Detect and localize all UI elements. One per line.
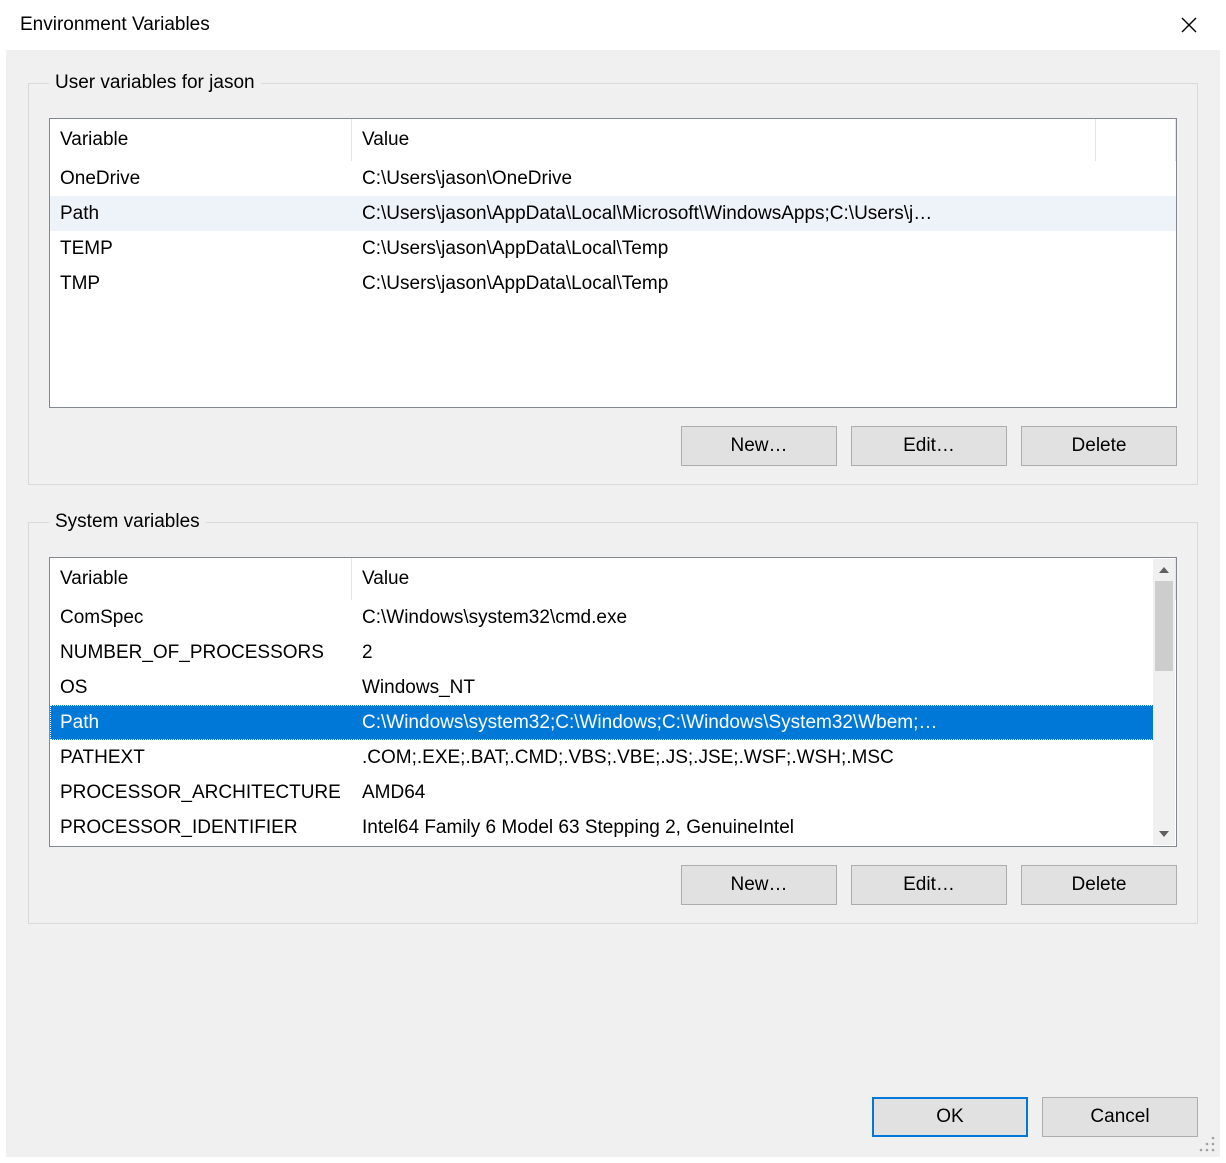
user-row-value: C:\Users\jason\AppData\Local\Temp — [352, 273, 1176, 295]
user-new-button[interactable]: New… — [681, 426, 837, 466]
user-row[interactable]: PathC:\Users\jason\AppData\Local\Microso… — [50, 196, 1176, 231]
system-row-value: .COM;.EXE;.BAT;.CMD;.VBS;.VBE;.JS;.JSE;.… — [352, 747, 1154, 769]
system-edit-button[interactable]: Edit… — [851, 865, 1007, 905]
system-new-button[interactable]: New… — [681, 865, 837, 905]
cancel-button[interactable]: Cancel — [1042, 1097, 1198, 1137]
system-row-name: NUMBER_OF_PROCESSORS — [50, 642, 352, 664]
system-row-value: C:\Windows\system32\cmd.exe — [352, 607, 1154, 629]
system-col-value[interactable]: Value — [352, 558, 1176, 600]
user-list-header: Variable Value — [50, 119, 1176, 161]
system-row-value: Windows_NT — [352, 677, 1154, 699]
system-variables-legend: System variables — [49, 511, 206, 533]
system-row-value: AMD64 — [352, 782, 1154, 804]
user-buttons: New… Edit… Delete — [49, 426, 1177, 466]
user-row-value: C:\Users\jason\AppData\Local\Microsoft\W… — [352, 203, 1176, 225]
system-row-name: PATHEXT — [50, 747, 352, 769]
user-row-value: C:\Users\jason\OneDrive — [352, 168, 1176, 190]
user-edit-button[interactable]: Edit… — [851, 426, 1007, 466]
user-row-name: Path — [50, 203, 352, 225]
scroll-thumb[interactable] — [1155, 581, 1173, 671]
system-row[interactable]: OSWindows_NT — [50, 670, 1154, 705]
scroll-up-icon[interactable] — [1153, 559, 1175, 581]
system-row-value: Intel64 Family 6 Model 63 Stepping 2, Ge… — [352, 817, 1154, 839]
resize-grip-icon[interactable] — [1198, 1135, 1216, 1153]
system-scrollbar[interactable] — [1153, 559, 1175, 845]
scroll-down-icon[interactable] — [1153, 823, 1175, 845]
system-col-variable[interactable]: Variable — [50, 558, 352, 600]
user-variables-group: User variables for jason Variable Value … — [28, 72, 1198, 485]
system-row[interactable]: PathC:\Windows\system32;C:\Windows;C:\Wi… — [50, 705, 1154, 740]
user-row-name: OneDrive — [50, 168, 352, 190]
system-delete-button[interactable]: Delete — [1021, 865, 1177, 905]
user-row[interactable]: OneDriveC:\Users\jason\OneDrive — [50, 161, 1176, 196]
scroll-track[interactable] — [1153, 581, 1175, 823]
system-row-value: C:\Windows\system32;C:\Windows;C:\Window… — [352, 712, 1154, 734]
close-button[interactable] — [1166, 9, 1212, 41]
user-delete-button[interactable]: Delete — [1021, 426, 1177, 466]
user-row-name: TMP — [50, 273, 352, 295]
user-list-body: OneDriveC:\Users\jason\OneDrivePathC:\Us… — [50, 161, 1176, 407]
system-variables-list[interactable]: Variable Value ComSpecC:\Windows\system3… — [49, 557, 1177, 847]
user-col-value[interactable]: Value — [352, 119, 1096, 161]
system-row[interactable]: PROCESSOR_IDENTIFIERIntel64 Family 6 Mod… — [50, 810, 1154, 845]
user-row[interactable]: TEMPC:\Users\jason\AppData\Local\Temp — [50, 231, 1176, 266]
system-row[interactable]: NUMBER_OF_PROCESSORS2 — [50, 635, 1154, 670]
system-row-name: PROCESSOR_ARCHITECTURE — [50, 782, 352, 804]
user-variables-legend: User variables for jason — [49, 72, 261, 94]
user-row-name: TEMP — [50, 238, 352, 260]
ok-button[interactable]: OK — [872, 1097, 1028, 1137]
system-row[interactable]: PATHEXT.COM;.EXE;.BAT;.CMD;.VBS;.VBE;.JS… — [50, 740, 1154, 775]
system-row-name: PROCESSOR_IDENTIFIER — [50, 817, 352, 839]
system-variables-group: System variables Variable Value ComSpecC… — [28, 511, 1198, 924]
window-title: Environment Variables — [20, 14, 1166, 36]
system-buttons: New… Edit… Delete — [49, 865, 1177, 905]
system-list-body: ComSpecC:\Windows\system32\cmd.exeNUMBER… — [50, 600, 1154, 846]
system-row[interactable]: ComSpecC:\Windows\system32\cmd.exe — [50, 600, 1154, 635]
titlebar: Environment Variables — [0, 0, 1226, 50]
dialog-footer: OK Cancel — [872, 1097, 1198, 1137]
system-row-name: ComSpec — [50, 607, 352, 629]
user-col-variable[interactable]: Variable — [50, 119, 352, 161]
system-row-name: Path — [50, 712, 352, 734]
user-row-value: C:\Users\jason\AppData\Local\Temp — [352, 238, 1176, 260]
close-icon — [1181, 17, 1197, 33]
user-col-extra — [1096, 119, 1176, 161]
user-variables-list[interactable]: Variable Value OneDriveC:\Users\jason\On… — [49, 118, 1177, 408]
dialog-client: User variables for jason Variable Value … — [6, 50, 1220, 1157]
user-row[interactable]: TMPC:\Users\jason\AppData\Local\Temp — [50, 266, 1176, 301]
system-row-value: 2 — [352, 642, 1154, 664]
system-row[interactable]: PROCESSOR_ARCHITECTUREAMD64 — [50, 775, 1154, 810]
system-row-name: OS — [50, 677, 352, 699]
system-list-header: Variable Value — [50, 558, 1176, 600]
